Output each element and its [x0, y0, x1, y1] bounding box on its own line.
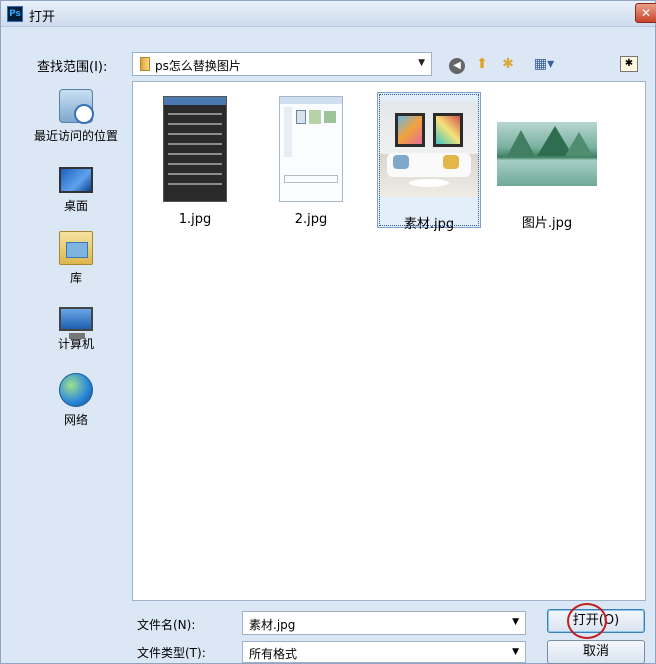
title-bar[interactable]: Ps 打开 ✕: [1, 1, 656, 27]
look-in-label: 查找范围(I):: [37, 60, 108, 75]
look-in-value: ps怎么替换图片: [155, 59, 241, 73]
file-list[interactable]: 1.jpg 2.jpg 素材.jpg 图片.jpg: [132, 81, 646, 601]
file-name: 图片.jpg: [521, 216, 573, 231]
back-icon[interactable]: ◀: [447, 54, 467, 74]
place-computer[interactable]: 计算机: [26, 303, 126, 352]
up-folder-icon[interactable]: ⬆: [472, 54, 492, 74]
file-thumbnail: [163, 96, 227, 202]
chevron-down-icon[interactable]: ▼: [418, 58, 425, 68]
photoshop-app-icon: Ps: [7, 6, 23, 22]
file-name: 1.jpg: [178, 212, 212, 227]
place-network[interactable]: 网络: [26, 373, 126, 428]
file-item[interactable]: 1.jpg: [143, 92, 247, 228]
place-label: 最近访问的位置: [33, 129, 118, 143]
library-icon: [59, 231, 93, 265]
file-type-value: 所有格式: [249, 647, 298, 661]
new-folder-icon[interactable]: ✱: [498, 54, 518, 74]
file-item-selected[interactable]: 素材.jpg: [377, 92, 481, 232]
view-menu-icon[interactable]: ▦▾: [527, 54, 561, 74]
desktop-icon: [59, 167, 93, 193]
place-recent[interactable]: 最近访问的位置: [26, 89, 126, 144]
file-name-value: 素材.jpg: [249, 618, 296, 632]
file-name-input[interactable]: 素材.jpg ▼: [242, 611, 526, 635]
place-label: 网络: [63, 413, 88, 427]
highlight-circle-annotation: [567, 603, 607, 639]
network-icon: [59, 373, 93, 407]
places-bar: 最近访问的位置 桌面 库 计算机 网络: [26, 81, 126, 601]
file-name-label: 文件名(N):: [137, 618, 196, 632]
place-label: 桌面: [63, 199, 88, 213]
recent-places-icon: [59, 89, 94, 124]
dialog-title: 打开: [29, 10, 56, 25]
file-thumbnail: [497, 122, 597, 186]
chevron-down-icon[interactable]: ▼: [512, 647, 519, 657]
desktop-shortcut-icon[interactable]: ✱: [620, 56, 638, 72]
cancel-button[interactable]: 取消: [547, 640, 645, 664]
file-thumbnail: [279, 96, 343, 202]
file-type-label: 文件类型(T):: [137, 646, 206, 660]
file-name: 2.jpg: [294, 212, 328, 227]
file-item[interactable]: 图片.jpg: [495, 92, 599, 231]
look-in-dropdown[interactable]: ps怎么替换图片 ▼: [132, 52, 432, 76]
chevron-down-icon[interactable]: ▼: [512, 617, 519, 627]
place-library[interactable]: 库: [26, 231, 126, 286]
place-label: 库: [69, 271, 82, 285]
file-thumbnail: [379, 101, 479, 197]
close-button[interactable]: ✕: [635, 3, 656, 23]
computer-icon: [59, 307, 93, 339]
open-file-dialog: Ps 打开 ✕ 查找范围(I): ps怎么替换图片 ▼ ◀ ⬆ ✱ ▦▾ ✱ 最…: [0, 0, 656, 664]
file-item[interactable]: 2.jpg: [259, 92, 363, 228]
place-desktop[interactable]: 桌面: [26, 161, 126, 214]
file-name: 素材.jpg: [403, 217, 455, 232]
file-type-dropdown[interactable]: 所有格式 ▼: [242, 641, 526, 663]
folder-icon: [140, 57, 150, 71]
